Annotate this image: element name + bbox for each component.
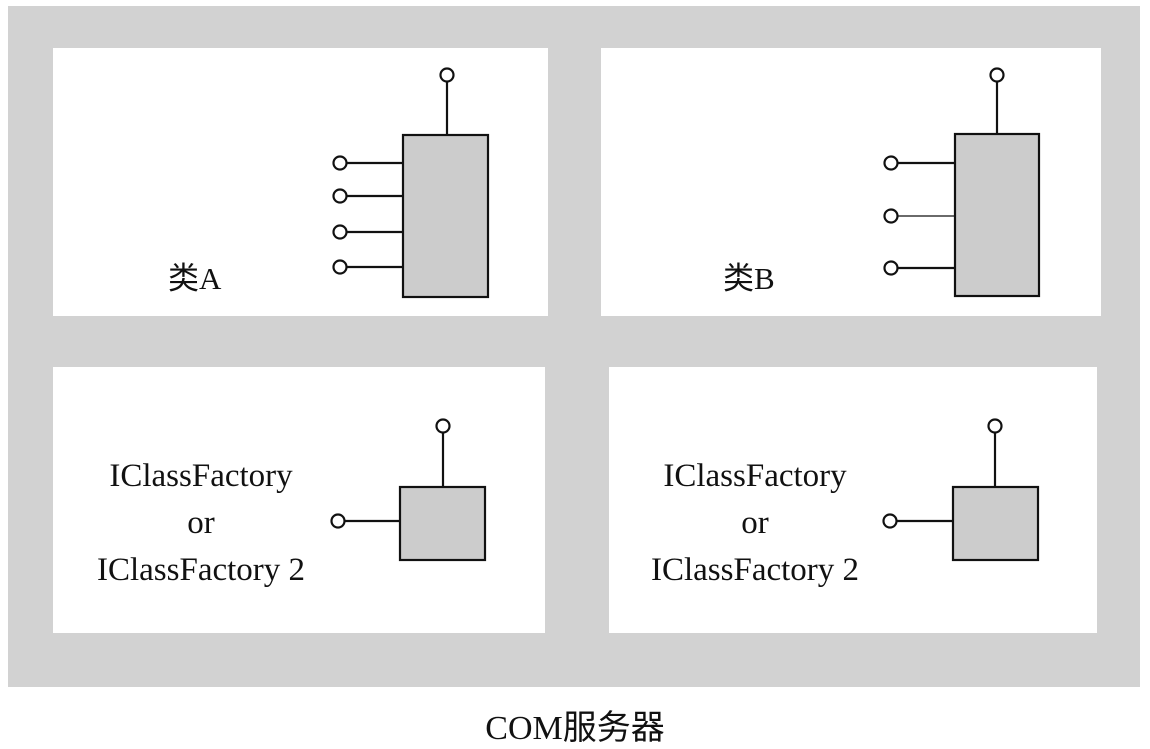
class-b-interface-1 (883, 155, 899, 171)
factory-right-iunknown-interface (987, 418, 1003, 434)
class-b-iunknown-interface (989, 67, 1005, 83)
factory-right-line-2: or (741, 505, 769, 541)
class-a-label: 类A (168, 261, 222, 296)
class-b-box (953, 132, 1041, 298)
class-b-interface-2 (883, 208, 899, 224)
factory-left-line-2: or (187, 505, 215, 541)
class-b-interface-3 (883, 260, 899, 276)
class-b-component (883, 67, 1041, 298)
factory-right-line-1: IClassFactory (663, 458, 847, 494)
factory-right-component (882, 418, 1040, 562)
factory-left-label: IClassFactory or IClassFactory 2 (66, 453, 336, 594)
class-a-component (332, 67, 490, 299)
class-a-box (401, 133, 490, 299)
class-a-interface-3 (332, 224, 348, 240)
factory-right-label: IClassFactory or IClassFactory 2 (620, 453, 890, 594)
class-a-interface-4 (332, 259, 348, 275)
factory-right-line-3: IClassFactory 2 (650, 552, 860, 588)
factory-left-component (330, 418, 487, 562)
factory-left-line-1: IClassFactory (109, 458, 293, 494)
server-caption: COM服务器 (485, 710, 665, 747)
class-a-iunknown-interface (439, 67, 455, 83)
class-a-interface-2 (332, 188, 348, 204)
class-a-interface-1 (332, 155, 348, 171)
factory-left-line-3: IClassFactory 2 (96, 552, 306, 588)
component-diagram (330, 67, 1041, 562)
factory-left-box (398, 485, 487, 562)
class-b-label: 类B (723, 261, 775, 296)
factory-right-box (951, 485, 1040, 562)
factory-left-iunknown-interface (435, 418, 451, 434)
